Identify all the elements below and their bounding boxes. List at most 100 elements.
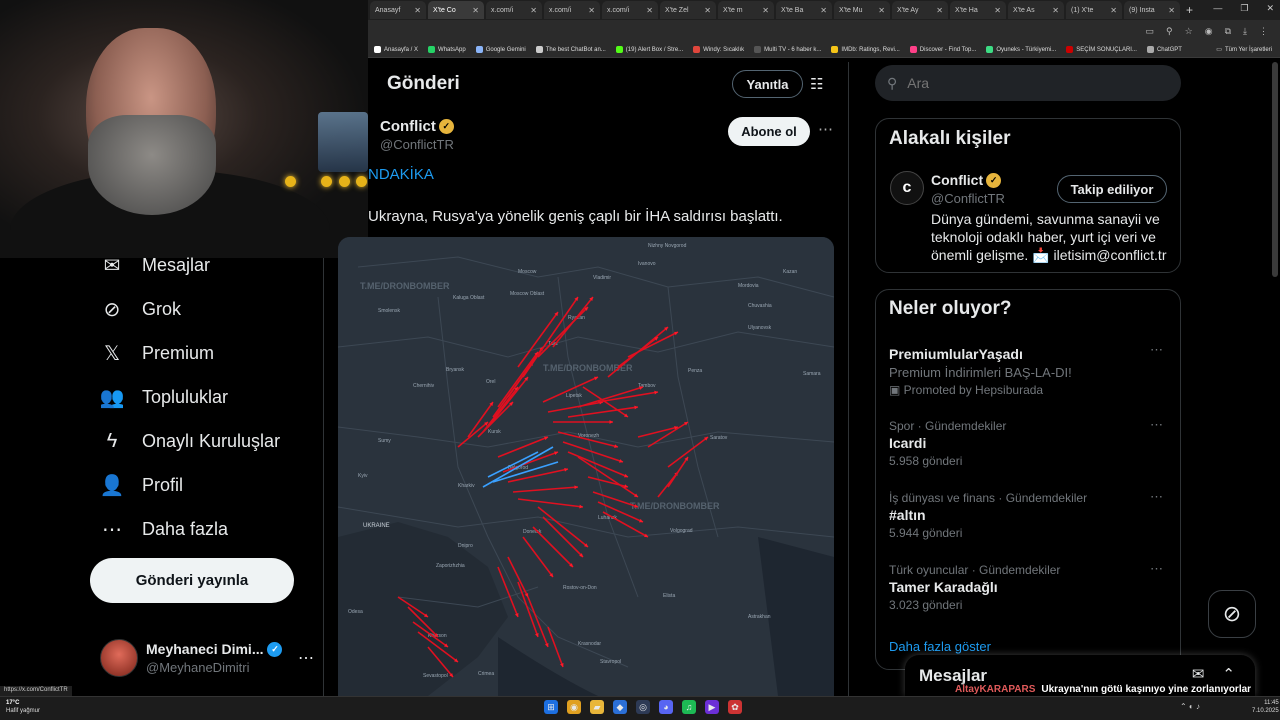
bookmark-item[interactable]: WhatsApp (428, 46, 466, 53)
spotify-icon[interactable]: ♫ (682, 700, 696, 714)
who-handle[interactable]: @ConflictTR (931, 191, 1005, 206)
browser-tab[interactable]: X'te As ✕ (1008, 1, 1064, 19)
bookmark-item[interactable]: Discover - Find Top... (909, 46, 976, 53)
browser-tab[interactable]: x.com/i ✕ (486, 1, 542, 19)
account-more-icon[interactable]: ⋯ (298, 648, 314, 668)
tab-close-icon[interactable]: ✕ (646, 6, 653, 15)
tab-close-icon[interactable]: ✕ (820, 6, 827, 15)
post-more-icon[interactable]: ⋯ (818, 120, 833, 138)
bookmark-item[interactable]: IMDb: Ratings, Revi... (831, 46, 900, 53)
app-icon[interactable]: ▶ (705, 700, 719, 714)
tab-close-icon[interactable]: ✕ (588, 6, 595, 15)
tab-close-icon[interactable]: ✕ (1052, 6, 1059, 15)
tab-close-icon[interactable]: ✕ (762, 6, 769, 15)
zoom-icon[interactable]: ⚲ (1166, 26, 1173, 37)
account-icon[interactable]: ◉ (1205, 26, 1213, 37)
browser-tab[interactable]: X'te Co ✕ (428, 1, 484, 19)
expand-icon[interactable]: ⌃ (1222, 665, 1235, 683)
account-switcher[interactable]: Meyhaneci Dimi... ✓ @MeyhaneDimitri ⋯ (100, 636, 315, 680)
browser-tab[interactable]: X'te Zel ✕ (660, 1, 716, 19)
browser-tab[interactable]: X'te Ay ✕ (892, 1, 948, 19)
browser-tab[interactable]: x.com/i ✕ (544, 1, 600, 19)
sidebar-item-grok[interactable]: ⊘ Grok (100, 297, 181, 321)
folder-icon[interactable]: ▰ (590, 700, 604, 714)
bookmark-item[interactable]: Anasayfa / X (374, 46, 418, 53)
tab-close-icon[interactable]: ✕ (472, 6, 479, 15)
sidebar-item-topluluklar[interactable]: 👥 Topluluklar (100, 385, 229, 409)
chrome-icon[interactable]: ◉ (567, 700, 581, 714)
app-icon[interactable]: ◆ (613, 700, 627, 714)
tab-close-icon[interactable]: ✕ (414, 6, 421, 15)
following-button[interactable]: Takip ediliyor (1057, 175, 1167, 203)
search-input[interactable] (907, 75, 1148, 91)
downloads-icon[interactable]: ⤓ (1243, 26, 1247, 37)
author-name-text[interactable]: Conflict (380, 118, 436, 135)
who-name[interactable]: Conflict ✓ (931, 172, 1002, 188)
who-name-text[interactable]: Conflict (931, 172, 983, 188)
clock[interactable]: 11:45 7.10.2025 (1252, 699, 1279, 715)
bookmark-item[interactable]: ChatGPT (1146, 46, 1182, 53)
bookmark-item[interactable]: Google Gemini (475, 46, 526, 53)
app-icon[interactable]: ✿ (728, 700, 742, 714)
cast-icon[interactable]: ▭ (1146, 26, 1155, 37)
search-box[interactable]: ⚲ (875, 65, 1181, 101)
tab-close-icon[interactable]: ✕ (1168, 6, 1175, 15)
close-window-icon[interactable]: ✕ (1266, 3, 1274, 14)
grok-button[interactable]: ⊘ (1208, 590, 1256, 638)
extensions-icon[interactable]: ⧉ (1225, 26, 1231, 37)
browser-tab[interactable]: x.com/i ✕ (602, 1, 658, 19)
browser-tab[interactable]: (9) Insta ✕ (1124, 1, 1180, 19)
browser-tab[interactable]: X'te Ba ✕ (776, 1, 832, 19)
tab-close-icon[interactable]: ✕ (994, 6, 1001, 15)
tab-close-icon[interactable]: ✕ (530, 6, 537, 15)
trend-more-icon[interactable]: ⋯ (1150, 561, 1163, 577)
tab-close-icon[interactable]: ✕ (936, 6, 943, 15)
new-tab-button[interactable]: + (1186, 3, 1193, 17)
show-more-link[interactable]: Daha fazla göster (889, 639, 991, 654)
promoted-trend[interactable]: PremiumlularYaşadı Premium İndirimleri B… (889, 344, 1169, 397)
conflict-avatar[interactable]: c (890, 171, 924, 205)
browser-tab[interactable]: Anasayf ✕ (370, 1, 426, 19)
system-tray[interactable]: ⌃ ◐ ♪ (1180, 702, 1200, 711)
steam-icon[interactable]: ◎ (636, 700, 650, 714)
post-button[interactable]: Gönderi yayınla (90, 558, 294, 603)
browser-tab[interactable]: (1) X'te ✕ (1066, 1, 1122, 19)
author-name[interactable]: Conflict ✓ (380, 118, 454, 135)
tab-close-icon[interactable]: ✕ (704, 6, 711, 15)
sidebar-item-mesajlar[interactable]: ✉ Mesajlar (100, 253, 210, 277)
trend-more-icon[interactable]: ⋯ (1150, 489, 1163, 505)
maximize-icon[interactable]: ❐ (1240, 3, 1248, 14)
sidebar-item-daha-fazla[interactable]: ⋯ Daha fazla (100, 517, 228, 541)
reply-button[interactable]: Yanıtla (732, 70, 803, 98)
sidebar-item-premium[interactable]: 𝕏 Premium (100, 341, 214, 365)
discord-icon[interactable]: ◕ (659, 700, 673, 714)
trend-more-icon[interactable]: ⋯ (1150, 417, 1163, 433)
browser-tab[interactable]: X'te m ✕ (718, 1, 774, 19)
minimize-icon[interactable]: — (1213, 3, 1222, 14)
weather-widget[interactable]: 17°C Hafif yağmur (6, 699, 40, 715)
author-handle[interactable]: @ConflictTR (380, 137, 454, 152)
subscribe-button[interactable]: Abone ol (728, 117, 810, 146)
tab-close-icon[interactable]: ✕ (878, 6, 885, 15)
sidebar-item-onaylı-kuruluşlar[interactable]: ϟ Onaylı Kuruluşlar (100, 429, 280, 453)
post-image-map[interactable]: Nizhny Novgorod Moscow Moscow Oblast Vladim… (338, 237, 834, 696)
browser-tab[interactable]: X'te Ha ✕ (950, 1, 1006, 19)
trend-more-icon[interactable]: ⋯ (1150, 342, 1163, 358)
tab-close-icon[interactable]: ✕ (1110, 6, 1117, 15)
sidebar-item-profil[interactable]: 👤 Profil (100, 473, 183, 497)
start-icon[interactable]: ⊞ (544, 700, 558, 714)
browser-tab[interactable]: X'te Mu ✕ (834, 1, 890, 19)
new-message-icon[interactable]: ✉ (1192, 665, 1205, 683)
trend-item[interactable]: İş dünyası ve finans · Gündemdekiler #alt… (889, 491, 1169, 540)
trend-item[interactable]: Spor · Gündemdekiler Icardi 5.958 gönderi (889, 419, 1169, 468)
bookmark-item[interactable]: Windy: Sıcaklık (693, 46, 744, 53)
bookmark-item[interactable]: Multi TV - 6 haber k... (754, 46, 821, 53)
bookmark-item[interactable]: Oyuneks - Türkiyemi... (986, 46, 1056, 53)
trend-item[interactable]: Türk oyuncular · Gündemdekiler Tamer Kara… (889, 563, 1169, 612)
menu-icon[interactable]: ⋮ (1259, 26, 1268, 37)
filter-icon[interactable]: ☷ (810, 75, 823, 93)
scrollbar[interactable] (1272, 62, 1278, 277)
bookmark-star-icon[interactable]: ☆ (1185, 26, 1193, 37)
all-bookmarks[interactable]: ▭ Tüm Yer İşaretleri (1216, 46, 1280, 54)
bookmark-item[interactable]: (19) Alert Box / Stre... (615, 46, 683, 53)
